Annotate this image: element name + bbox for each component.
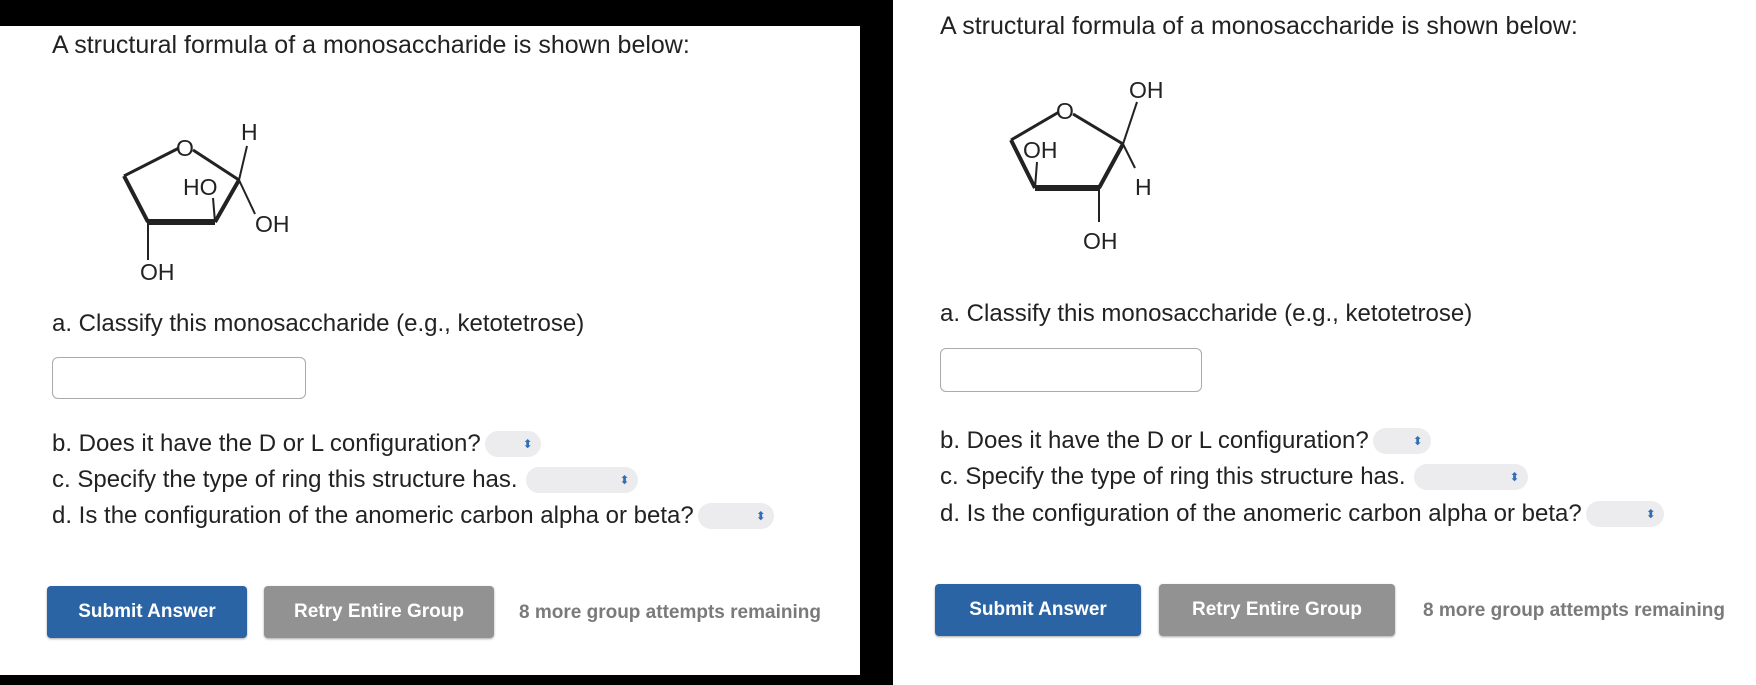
right-oh-label: OH	[255, 211, 290, 237]
ring-bond	[1072, 112, 1124, 146]
up-down-chevron-icon: ⬍	[1509, 470, 1520, 484]
question-b-text: b. Does it have the D or L configuration…	[940, 427, 1369, 454]
ring-oxygen-label: O	[1056, 98, 1074, 124]
question-d-row: d. Is the configuration of the anomeric …	[52, 502, 774, 530]
question-a: a. Classify this monosaccharide (e.g., k…	[940, 300, 1473, 327]
question-c-row: c. Specify the type of ring this structu…	[940, 463, 1528, 491]
up-down-chevron-icon: ⬍	[1645, 507, 1656, 521]
attempts-remaining-text: 8 more group attempts remaining	[519, 602, 821, 623]
top-oh-label: OH	[1129, 77, 1164, 103]
bottom-oh-label: OH	[140, 259, 175, 285]
submit-answer-button[interactable]: Submit Answer	[935, 584, 1141, 636]
up-down-chevron-icon: ⬍	[619, 473, 630, 487]
monosaccharide-structure: O OH OH H OH	[1003, 72, 1203, 262]
ring-type-select[interactable]: ⬍	[1413, 464, 1528, 490]
ring-bond	[123, 146, 180, 178]
question-d-text: d. Is the configuration of the anomeric …	[940, 500, 1582, 527]
question-a: a. Classify this monosaccharide (e.g., k…	[52, 310, 585, 337]
ring-bond	[1097, 143, 1125, 189]
substituent-bond	[1122, 143, 1136, 169]
structure-drawing: O H HO OH OH	[122, 119, 290, 285]
up-down-chevron-icon: ⬍	[522, 437, 533, 451]
ring-type-select[interactable]: ⬍	[525, 467, 638, 493]
question-c-row: c. Specify the type of ring this structu…	[52, 466, 638, 494]
ring-bond	[213, 179, 241, 223]
structure-drawing: O OH OH H OH	[1009, 77, 1164, 254]
question-b-row: b. Does it have the D or L configuration…	[940, 427, 1431, 455]
anomeric-configuration-select[interactable]: ⬍	[1585, 501, 1664, 527]
question-b-row: b. Does it have the D or L configuration…	[52, 430, 541, 458]
dl-configuration-select[interactable]: ⬍	[1372, 428, 1431, 454]
top-h-label: H	[241, 119, 258, 145]
question-b-text: b. Does it have the D or L configuration…	[52, 430, 481, 457]
ring-bond	[122, 175, 150, 223]
substituent-bond	[238, 145, 248, 181]
substituent-bond	[1034, 161, 1038, 189]
ring-bond	[1010, 110, 1060, 142]
right-h-label: H	[1135, 174, 1152, 200]
up-down-chevron-icon: ⬍	[1412, 434, 1423, 448]
anomeric-configuration-select[interactable]: ⬍	[697, 503, 774, 529]
substituent-bond	[238, 179, 256, 215]
question-d-text: d. Is the configuration of the anomeric …	[52, 502, 694, 529]
submit-answer-button[interactable]: Submit Answer	[47, 586, 247, 638]
prompt-text: A structural formula of a monosaccharide…	[52, 31, 690, 59]
question-c-text: c. Specify the type of ring this structu…	[940, 463, 1406, 490]
substituent-bond	[212, 197, 216, 223]
substituent-bond	[1122, 101, 1138, 145]
question-c-text: c. Specify the type of ring this structu…	[52, 466, 518, 493]
question-d-row: d. Is the configuration of the anomeric …	[940, 500, 1664, 528]
bottom-oh-label: OH	[1083, 228, 1118, 254]
ring-ho-label: HO	[183, 174, 218, 200]
up-down-chevron-icon: ⬍	[755, 509, 766, 523]
right-question-panel: A structural formula of a monosaccharide…	[893, 0, 1756, 685]
classify-answer-input[interactable]	[940, 348, 1202, 392]
ring-oh-label: OH	[1023, 137, 1058, 163]
dl-configuration-select[interactable]: ⬍	[484, 431, 541, 457]
ring-oxygen-label: O	[176, 135, 194, 161]
monosaccharide-structure: O H HO OH OH	[110, 88, 310, 288]
prompt-text: A structural formula of a monosaccharide…	[940, 12, 1578, 40]
classify-answer-input[interactable]	[52, 357, 306, 399]
attempts-remaining-text: 8 more group attempts remaining	[1423, 600, 1725, 621]
retry-entire-group-button[interactable]: Retry Entire Group	[1159, 584, 1395, 636]
retry-entire-group-button[interactable]: Retry Entire Group	[264, 586, 494, 638]
left-question-panel: A structural formula of a monosaccharide…	[0, 26, 860, 675]
